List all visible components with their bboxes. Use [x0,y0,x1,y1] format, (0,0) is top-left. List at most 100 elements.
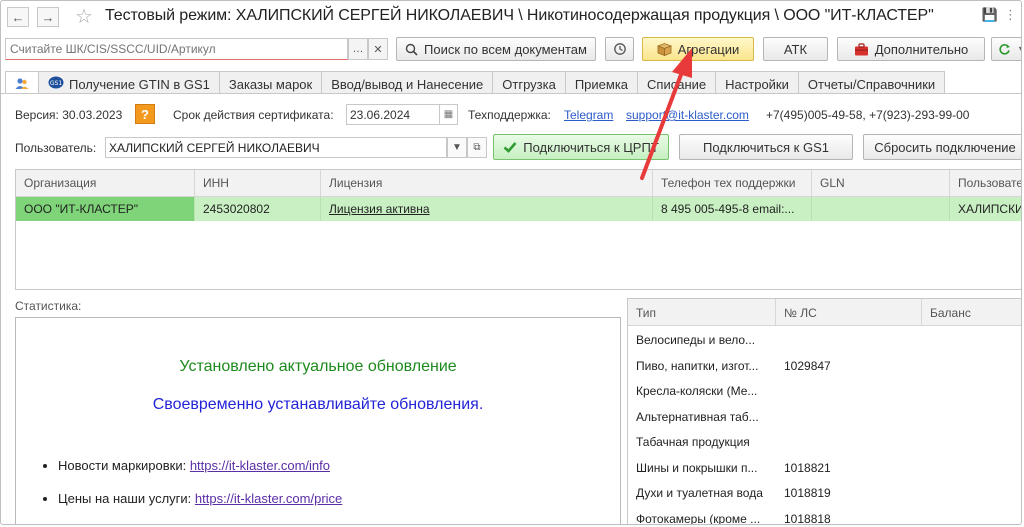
connect-crpt-button[interactable]: Подключиться к ЦРПТ [493,134,669,160]
type-cell[interactable]: Шины и покрышки п... [628,455,776,481]
account-cell[interactable] [776,378,922,404]
column-header[interactable]: ИНН [195,170,321,197]
column-header[interactable]: № ЛС [776,299,922,326]
support-email-link[interactable]: support@it-klaster.com [626,108,749,122]
type-cell[interactable]: Кресла-коляски (Ме... [628,378,776,404]
tab-label: Списание [647,76,707,92]
table-row[interactable]: Кресла-коляски (Ме... [628,378,1021,404]
license-link[interactable]: Лицензия активна [329,202,430,216]
column-header[interactable]: Организация [16,170,195,197]
more-vertical-icon[interactable]: ⋮ [1004,7,1017,23]
balance-cell[interactable] [922,353,1021,379]
tab-main[interactable] [5,71,39,94]
favorite-star-icon[interactable]: ☆ [75,4,93,29]
atk-button[interactable]: АТК [763,37,828,61]
column-header[interactable]: Лицензия [321,170,653,197]
search-all-documents-button[interactable]: Поиск по всем документам [396,37,596,61]
scan-clear-button[interactable]: ✕ [368,38,388,60]
calendar-icon: ▦ [443,109,454,120]
table-row[interactable]: Пиво, напитки, изгот... 1029847 [628,353,1021,379]
account-cell[interactable] [776,327,922,353]
prices-link[interactable]: https://it-klaster.com/price [195,491,342,506]
tab-shipment[interactable]: Отгрузка [492,71,566,93]
balance-cell[interactable] [922,455,1021,481]
telegram-link[interactable]: Telegram [564,108,613,122]
user-field[interactable]: ХАЛИПСКИЙ СЕРГЕЙ НИКОЛАЕВИЧ [105,137,447,158]
tab-input-output[interactable]: Ввод/вывод и Нанесение [321,71,494,93]
balance-cell[interactable] [922,404,1021,430]
column-header[interactable]: Пользовате [950,170,1021,197]
cert-date-field[interactable]: 23.06.2024 [346,104,440,125]
search-icon [405,43,418,56]
column-header[interactable]: Баланс [922,299,1021,326]
calendar-button[interactable]: ▦ [440,104,458,125]
chevron-down-icon: ▼ [452,142,462,153]
table-header: Тип № ЛС Баланс [628,299,1021,326]
table-row[interactable]: Фотокамеры (кроме ... 1018818 [628,506,1021,525]
forward-button[interactable]: → [37,7,59,27]
reset-connection-button[interactable]: Сбросить подключение [863,134,1021,160]
additional-button[interactable]: Дополнительно [837,37,985,61]
balance-cell[interactable] [922,378,1021,404]
help-button[interactable]: ? [135,104,155,124]
type-cell[interactable]: Духи и туалетная вода [628,480,776,506]
statistics-panel: Установлено актуальное обновление Своевр… [15,317,621,524]
scan-input[interactable] [5,38,348,60]
account-cell[interactable]: 1018821 [776,455,922,481]
table-row[interactable]: Шины и покрышки п... 1018821 [628,455,1021,481]
balance-cell[interactable] [922,327,1021,353]
tab-divider [1,93,1021,94]
account-cell[interactable] [776,429,922,455]
gln-cell[interactable] [812,197,950,221]
balance-cell[interactable] [922,429,1021,455]
back-button[interactable]: ← [7,7,29,27]
organizations-table: Организация ИНН Лицензия Телефон тех под… [15,169,1021,290]
table-row[interactable]: ООО "ИТ-КЛАСТЕР" 2453020802 Лицензия акт… [16,197,1021,221]
account-cell[interactable]: 1018819 [776,480,922,506]
prices-label: Цены на наши услуги: [58,491,195,506]
inn-cell[interactable]: 2453020802 [195,197,321,221]
type-cell[interactable]: Фотокамеры (кроме ... [628,506,776,525]
save-icon[interactable]: 💾 [982,7,998,23]
tab-settings[interactable]: Настройки [715,71,799,93]
column-header[interactable]: Телефон тех поддержки [653,170,812,197]
history-button[interactable] [605,37,634,61]
balance-cell[interactable] [922,480,1021,506]
type-cell[interactable]: Альтернативная таб... [628,404,776,430]
table-row[interactable]: Табачная продукция [628,429,1021,455]
account-cell[interactable]: 1018818 [776,506,922,525]
connect-gs1-button[interactable]: Подключиться к GS1 [679,134,853,160]
tab-acceptance[interactable]: Приемка [564,71,639,93]
search-all-documents-label: Поиск по всем документам [424,41,587,57]
phone-cell[interactable]: 8 495 005-495-8 email:... [653,197,812,221]
chevron-down-icon: ▼ [1017,44,1021,54]
type-cell[interactable]: Велосипеды и вело... [628,327,776,353]
account-cell[interactable] [776,404,922,430]
tab-write-off[interactable]: Списание [637,71,717,93]
column-header[interactable]: Тип [628,299,776,326]
tab-reports[interactable]: Отчеты/Справочники [797,71,946,93]
organization-cell[interactable]: ООО "ИТ-КЛАСТЕР" [16,197,195,221]
news-link[interactable]: https://it-klaster.com/info [190,458,330,473]
tab-mark-orders[interactable]: Заказы марок [218,71,323,93]
toolbox-icon [854,42,869,56]
atk-label: АТК [783,41,808,57]
type-cell[interactable]: Пиво, напитки, изгот... [628,353,776,379]
scan-select-button[interactable]: … [348,38,368,60]
table-row[interactable]: Духи и туалетная вода 1018819 [628,480,1021,506]
user-open-button[interactable]: ⧉ [467,137,487,158]
aggregation-button[interactable]: Агрегации [642,37,754,61]
column-header[interactable]: GLN [812,170,950,197]
app-window: ← → ☆ Тестовый режим: ХАЛИПСКИЙ СЕРГЕЙ Н… [0,0,1022,525]
license-cell[interactable]: Лицензия активна [321,197,653,221]
table-row[interactable]: Альтернативная таб... [628,404,1021,430]
account-cell[interactable]: 1029847 [776,353,922,379]
user-dropdown-button[interactable]: ▼ [447,137,467,158]
table-row[interactable]: Велосипеды и вело... [628,327,1021,353]
gs1-logo-icon: GS1 [48,76,64,92]
type-cell[interactable]: Табачная продукция [628,429,776,455]
balance-cell[interactable] [922,506,1021,525]
tab-gtin-gs1[interactable]: GS1 Получение GTIN в GS1 [38,71,220,93]
user-cell[interactable]: ХАЛИПСКИ [950,197,1021,221]
refresh-button[interactable]: ▼ [991,37,1021,61]
